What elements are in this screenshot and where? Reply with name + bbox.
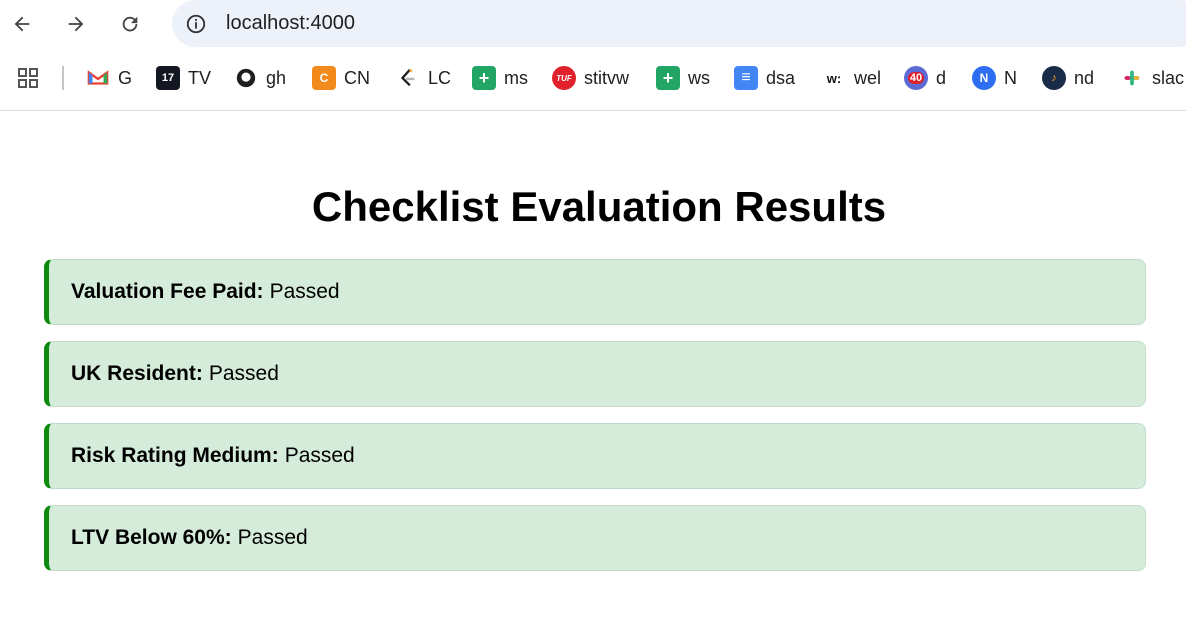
- bookmark-d[interactable]: 40 d: [904, 62, 946, 94]
- bookmark-label: ws: [688, 67, 710, 88]
- gmail-icon: [86, 66, 110, 90]
- checklist-item-label: Valuation Fee Paid:: [71, 280, 264, 303]
- checklist-item-label: UK Resident:: [71, 362, 203, 385]
- checklist-item-status: Passed: [284, 444, 355, 467]
- bookmark-wel[interactable]: w: wel: [822, 62, 881, 94]
- address-bar[interactable]: localhost:4000: [172, 0, 1186, 47]
- bookmark-gh[interactable]: gh: [234, 62, 286, 94]
- bookmark-label: G: [118, 67, 133, 88]
- bookmark-label: TV: [188, 67, 212, 88]
- bookmark-label: nd: [1074, 67, 1095, 88]
- bookmark-tv[interactable]: 17 TV: [156, 62, 211, 94]
- checklist-item-valuation-fee: Valuation Fee Paid: Passed: [44, 259, 1146, 325]
- bookmark-nd[interactable]: ♪ nd: [1042, 62, 1094, 94]
- bookmark-label: dsa: [766, 67, 796, 88]
- tradingview-icon: 17: [156, 66, 180, 90]
- sheets-plus-icon: +: [472, 66, 496, 90]
- bookmark-slac[interactable]: slac: [1120, 62, 1184, 94]
- bookmark-label: N: [1004, 67, 1017, 88]
- bookmark-label: CN: [344, 67, 370, 88]
- n-app-icon: N: [972, 66, 996, 90]
- slack-icon: [1120, 66, 1144, 90]
- arrow-right-icon: [68, 16, 84, 32]
- apps-button[interactable]: [16, 62, 40, 94]
- w-icon: w:: [822, 66, 846, 90]
- checklist-item-status: Passed: [269, 280, 340, 303]
- bookmark-lc[interactable]: LC: [396, 62, 451, 94]
- bookmark-stitvw[interactable]: TUF stitvw: [552, 62, 629, 94]
- sheets-plus-icon: +: [656, 66, 680, 90]
- badge-40-icon: 40: [904, 66, 928, 90]
- page-title: Checklist Evaluation Results: [311, 183, 887, 230]
- checklist-item-label: Risk Rating Medium:: [71, 444, 279, 467]
- site-info-icon[interactable]: [182, 10, 210, 38]
- bookmark-label: d: [936, 67, 947, 88]
- reload-button[interactable]: [114, 8, 146, 40]
- bookmark-g[interactable]: G: [86, 62, 132, 94]
- bookmark-label: slac: [1152, 67, 1185, 88]
- bookmark-dsa[interactable]: ≡ dsa: [734, 62, 795, 94]
- checklist-item-uk-resident: UK Resident: Passed: [44, 341, 1146, 407]
- bookmark-cn[interactable]: C CN: [312, 62, 370, 94]
- checklist-item-label: LTV Below 60%:: [71, 526, 232, 549]
- arrow-left-icon: [14, 16, 30, 32]
- bookmark-label: ms: [504, 67, 528, 88]
- url-text: localhost:4000: [226, 12, 355, 34]
- nd-app-icon: ♪: [1042, 66, 1066, 90]
- reload-icon: [122, 16, 138, 32]
- bookmark-ws[interactable]: + ws: [656, 62, 710, 94]
- bookmark-label: LC: [428, 67, 452, 88]
- bookmark-label: wel: [854, 67, 882, 88]
- bookmark-n[interactable]: NN: [972, 62, 1017, 94]
- bookmark-label: gh: [266, 67, 287, 88]
- forward-button[interactable]: [60, 8, 92, 40]
- checklist-item-risk-rating: Risk Rating Medium: Passed: [44, 423, 1146, 489]
- bookmarks-divider: [62, 66, 64, 90]
- browser-toolbar: localhost:4000: [0, 0, 1186, 48]
- codingninjas-icon: C: [312, 66, 336, 90]
- tuf-icon: TUF: [552, 66, 576, 90]
- back-button[interactable]: [6, 8, 38, 40]
- bookmarks-bar: G 17 TV gh C CN LC + ms TUF stitvw + ws ≡ dsa w: wel 40 d N…: [0, 48, 1186, 111]
- leetcode-icon: [396, 66, 420, 90]
- docs-icon: ≡: [734, 66, 758, 90]
- apps-grid-icon: [18, 68, 38, 88]
- github-icon: [234, 66, 258, 90]
- checklist-item-status: Passed: [237, 526, 308, 549]
- checklist-item-ltv: LTV Below 60%: Passed: [44, 505, 1146, 571]
- bookmark-label: stitvw: [584, 67, 629, 88]
- bookmark-ms[interactable]: + ms: [472, 62, 528, 94]
- checklist-item-status: Passed: [208, 362, 279, 385]
